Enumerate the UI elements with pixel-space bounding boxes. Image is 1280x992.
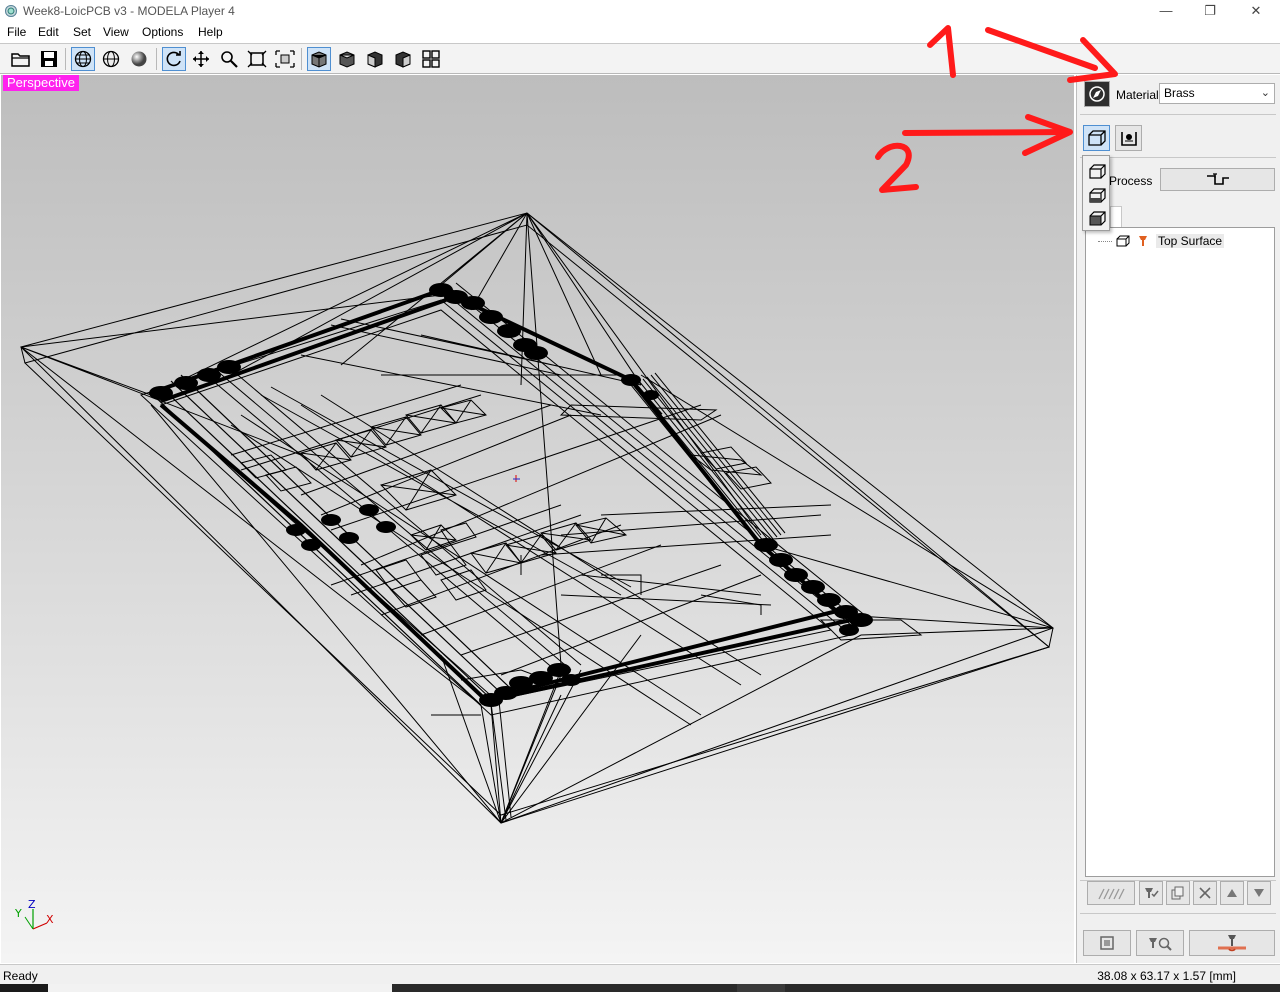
surface-box-icon [1116, 235, 1130, 247]
copy-icon [1171, 886, 1184, 900]
main-toolbar [0, 43, 1280, 74]
axis-y-label: Y [14, 907, 22, 920]
box-bottom-icon [1088, 187, 1106, 203]
cutout-icon [1120, 132, 1137, 146]
model-dimensions: 38.08 x 63.17 x 1.57 [mm] [1097, 969, 1236, 983]
tool-check-icon [1145, 888, 1159, 898]
iso-view-3-icon[interactable] [391, 47, 415, 71]
zoom-icon[interactable] [217, 47, 241, 71]
close-button[interactable]: ✕ [1233, 0, 1279, 22]
pan-icon[interactable] [189, 47, 213, 71]
menu-set[interactable]: Set [73, 25, 91, 39]
modela-player-window: Week8-LoicPCB v3 - MODELA Player 4 — ❐ ✕… [0, 0, 1280, 992]
stop-square-icon [1100, 936, 1114, 950]
menu-file[interactable]: File [7, 25, 26, 39]
arrow-down-icon [1254, 889, 1264, 897]
endmill-tool-icon [1139, 236, 1147, 246]
chevron-down-icon: ⌄ [1260, 87, 1270, 99]
tree-tab[interactable] [1110, 206, 1122, 228]
process-panel: Material Brass ⌄ Process Top Surface [1076, 75, 1280, 963]
title-bar: Week8-LoicPCB v3 - MODELA Player 4 — ❐ ✕ [0, 0, 1280, 22]
menu-help[interactable]: Help [198, 25, 223, 39]
axis-triad-icon: Z Y X [14, 898, 54, 930]
cutout-mode-button[interactable] [1115, 125, 1142, 151]
iso-view-2-icon[interactable] [363, 47, 387, 71]
delete-process-button[interactable] [1193, 881, 1217, 905]
tool-path-icon [1206, 172, 1229, 185]
copy-process-button[interactable] [1166, 881, 1190, 905]
perspective-viewport[interactable]: Perspective Z Y X [1, 75, 1074, 963]
delete-x-icon [1199, 887, 1211, 899]
wire-sphere-icon[interactable] [99, 47, 123, 71]
wireframe-view-icon[interactable] [71, 47, 95, 71]
open-folder-icon[interactable] [9, 47, 33, 71]
window-title: Week8-LoicPCB v3 - MODELA Player 4 [23, 4, 235, 18]
tool-compass-icon [1089, 86, 1105, 102]
save-icon[interactable] [37, 47, 61, 71]
process-tree[interactable]: Top Surface [1085, 227, 1275, 877]
axis-x-label: X [46, 913, 54, 926]
surface-mode-flyout [1082, 155, 1110, 231]
app-logo-icon [5, 5, 17, 17]
material-settings-button[interactable] [1084, 81, 1110, 107]
toolpath-preview-button[interactable] [1087, 881, 1135, 905]
os-taskbar [0, 984, 1280, 992]
fit-view-icon[interactable] [245, 47, 269, 71]
arrow-up-icon [1227, 889, 1237, 897]
tree-item-top-surface[interactable]: Top Surface [1098, 234, 1225, 248]
process-add-button[interactable] [1160, 168, 1275, 191]
multi-view-icon[interactable] [419, 47, 443, 71]
status-text: Ready [3, 969, 38, 983]
material-value: Brass [1164, 86, 1195, 100]
iso-view-1-icon[interactable] [335, 47, 359, 71]
box-solid-icon [1089, 210, 1106, 225]
tree-item-label: Top Surface [1156, 234, 1225, 248]
surface-mode-button[interactable] [1083, 125, 1110, 151]
surface-box-icon [1087, 130, 1106, 146]
tool-zoom-icon [1149, 937, 1172, 951]
flyout-side-surface-button[interactable] [1086, 207, 1107, 228]
rotate-icon[interactable] [162, 47, 186, 71]
box-top-icon [1088, 163, 1106, 179]
toolpath-lines-icon [1098, 888, 1125, 900]
zoom-box-icon[interactable] [273, 47, 297, 71]
menu-options[interactable]: Options [142, 25, 183, 39]
menu-view[interactable]: View [103, 25, 129, 39]
material-label: Material [1116, 88, 1159, 102]
process-label: Process [1109, 174, 1153, 188]
move-down-button[interactable] [1247, 881, 1271, 905]
restore-button[interactable]: ❐ [1187, 0, 1233, 22]
pcb-wireframe-model [20, 212, 1055, 824]
milling-cut-icon [1218, 935, 1246, 952]
stop-button[interactable] [1083, 930, 1131, 956]
tool-settings-button[interactable] [1139, 881, 1163, 905]
solid-sphere-icon[interactable] [127, 47, 151, 71]
minimize-button[interactable]: — [1143, 0, 1189, 22]
front-view-icon[interactable] [307, 47, 331, 71]
status-bar: Ready 38.08 x 63.17 x 1.57 [mm] [0, 964, 1280, 984]
material-select[interactable]: Brass ⌄ [1159, 83, 1275, 104]
cut-button[interactable] [1189, 930, 1275, 956]
axis-z-label: Z [28, 898, 36, 911]
flyout-top-surface-button[interactable] [1086, 160, 1107, 181]
move-up-button[interactable] [1220, 881, 1244, 905]
flyout-bottom-surface-button[interactable] [1086, 184, 1107, 205]
preview-cut-button[interactable] [1136, 930, 1184, 956]
view-mode-label: Perspective [3, 75, 79, 91]
menu-bar: File Edit Set View Options Help [0, 22, 1280, 42]
menu-edit[interactable]: Edit [38, 25, 59, 39]
